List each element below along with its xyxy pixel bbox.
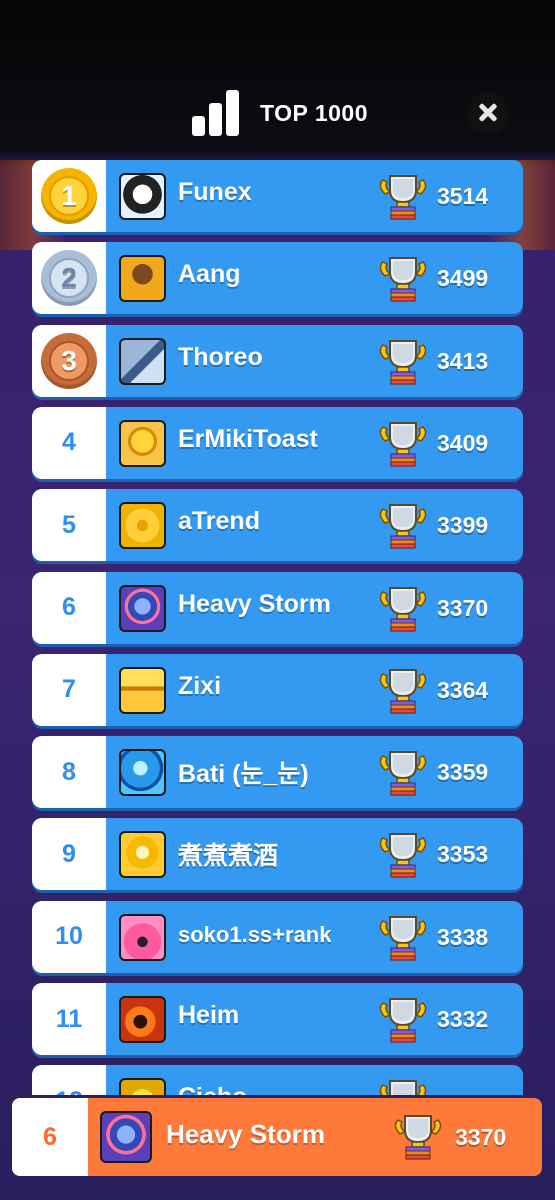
rank-cell: 10 <box>32 900 106 973</box>
rank-number: 11 <box>55 1004 83 1033</box>
leaderboard-row[interactable]: 7 Zixi 3364 <box>32 653 523 726</box>
player-name: soko1.ss+rank <box>178 921 332 947</box>
player-name: Bati (눈_눈) <box>178 760 309 789</box>
leaderboard-row[interactable]: 1 Funex 3514 <box>32 160 523 232</box>
rank-cell: 6 <box>12 1098 88 1176</box>
player-name: Aang <box>178 260 241 289</box>
leaderboard-row[interactable]: 2 Aang 3499 <box>32 242 523 315</box>
player-score: 3370 <box>437 594 489 621</box>
coin-avatar-icon <box>119 502 166 550</box>
cup-avatar-icon <box>119 831 166 879</box>
player-score: 3332 <box>437 1006 489 1032</box>
my-rank-row[interactable]: 6 Heavy Storm 3370 <box>12 1098 542 1176</box>
player-score: 3338 <box>437 923 489 950</box>
my-rank-number: 6 <box>43 1122 57 1151</box>
leaderboard-row[interactable]: 9 煮煮煮酒 3353 <box>32 818 523 891</box>
player-name: Cicho <box>178 1083 247 1095</box>
cannon-avatar-icon <box>119 337 166 385</box>
explosion-avatar-icon <box>119 996 166 1043</box>
close-button[interactable] <box>467 92 509 134</box>
silver-medal-icon: 2 <box>41 250 97 307</box>
rank-cell: 12 <box>32 1065 106 1095</box>
player-score: 3364 <box>437 676 489 703</box>
rank-number: 8 <box>62 757 76 786</box>
player-name: Zixi <box>178 671 222 700</box>
leaderboard-row[interactable]: 4 ErMikiToast 3409 <box>32 406 523 479</box>
rank-number: 10 <box>55 922 83 951</box>
rank-number: 4 <box>62 428 76 457</box>
bubble-avatar-icon <box>119 749 166 797</box>
player-score: 3409 <box>437 429 489 456</box>
leaderboard-list[interactable]: 1 Funex 3514 2 Aang 3499 3 Thoreo 3413 4 <box>32 160 523 1095</box>
player-score: 3399 <box>437 512 489 539</box>
snow-globe-avatar-icon <box>100 1111 152 1163</box>
leaderboard-row[interactable]: 11 Heim 3332 <box>32 983 523 1055</box>
gold-medal-icon: 1 <box>41 168 97 224</box>
trophy-icon <box>377 172 429 220</box>
bronze-medal-icon: 3 <box>41 332 97 389</box>
player-score: 3514 <box>437 183 489 209</box>
trophy-icon <box>377 748 429 796</box>
player-score: 3359 <box>437 759 489 786</box>
trophy-icon <box>377 995 429 1043</box>
rank-cell: 7 <box>32 653 106 726</box>
medal-rank-number: 2 <box>49 258 89 299</box>
trophy-icon <box>377 501 429 549</box>
trophy-icon <box>377 1077 429 1095</box>
trophy-avatar-icon <box>119 419 166 467</box>
rank-cell: 11 <box>32 983 106 1055</box>
player-name: Funex <box>178 178 252 206</box>
rank-cell: 6 <box>32 571 106 644</box>
trophy-icon <box>377 584 429 632</box>
penguin-avatar-icon <box>119 173 166 220</box>
rank-cell: 4 <box>32 406 106 479</box>
rank-cell: 2 <box>32 242 106 315</box>
rank-number: 6 <box>62 593 76 621</box>
rank-cell: 3 <box>32 324 106 397</box>
rank-cell: 8 <box>32 736 106 809</box>
trophy-icon <box>377 254 429 302</box>
rank-number: 5 <box>62 510 76 539</box>
leaderboard-bars-icon <box>192 90 240 136</box>
player-name: Thoreo <box>178 342 263 371</box>
player-score: 3413 <box>437 347 489 374</box>
knight-avatar-icon <box>119 255 166 303</box>
rank-cell: 5 <box>32 489 106 562</box>
player-name: Heim <box>178 1001 240 1029</box>
leaderboard-row[interactable]: 3 Thoreo 3413 <box>32 324 523 397</box>
player-name: Heavy Storm <box>178 589 331 618</box>
my-score: 3370 <box>455 1124 507 1150</box>
leaderboard-row[interactable]: 12 Cicho <box>32 1065 523 1095</box>
trophy-icon <box>377 419 429 467</box>
pink-hair-avatar-icon <box>119 913 166 961</box>
player-name: aTrend <box>178 507 260 536</box>
rank-number: 9 <box>62 839 76 868</box>
player-score: 3499 <box>437 265 489 292</box>
trophy-icon <box>377 830 429 878</box>
page-title: TOP 1000 <box>260 100 369 126</box>
leaderboard-row[interactable]: 6 Heavy Storm 3370 <box>32 571 523 644</box>
trophy-icon <box>377 337 429 385</box>
my-player-name: Heavy Storm <box>166 1119 325 1149</box>
leaderboard-header: TOP 1000 <box>0 80 555 150</box>
trophy-icon <box>392 1112 444 1160</box>
player-name: ErMikiToast <box>178 424 318 453</box>
rank-number: 12 <box>55 1087 83 1095</box>
medal-rank-number: 3 <box>49 340 89 381</box>
chest-avatar-icon <box>119 666 166 714</box>
player-score: 3353 <box>437 841 489 868</box>
yellow-avatar-icon <box>119 1078 166 1095</box>
snow-globe-avatar-icon <box>119 584 166 632</box>
leaderboard-row[interactable]: 5 aTrend 3399 <box>32 489 523 562</box>
leaderboard-row[interactable]: 10 soko1.ss+rank 3338 <box>32 900 523 973</box>
leaderboard-row[interactable]: 8 Bati (눈_눈) 3359 <box>32 736 523 809</box>
player-name: 煮煮煮酒 <box>178 842 279 871</box>
trophy-icon <box>377 666 429 714</box>
rank-cell: 1 <box>32 160 106 232</box>
rank-cell: 9 <box>32 818 106 891</box>
trophy-icon <box>377 913 429 961</box>
rank-number: 7 <box>62 675 76 704</box>
medal-rank-number: 1 <box>49 176 89 216</box>
